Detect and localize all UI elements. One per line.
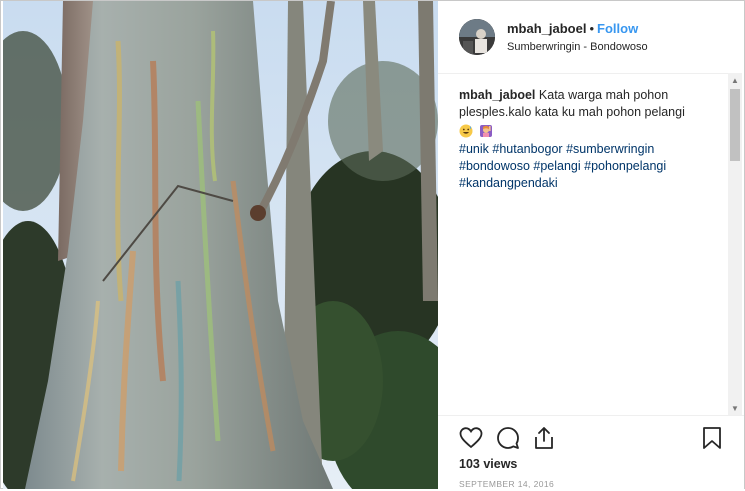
post-photo[interactable] (3, 1, 438, 489)
comment-icon[interactable] (496, 426, 520, 450)
post-actions: 103 views SEPTEMBER 14, 2016 (438, 415, 744, 491)
avatar[interactable] (459, 19, 495, 55)
grinning-sweat-face-emoji (459, 124, 473, 138)
caption-username[interactable]: mbah_jaboel (459, 88, 535, 102)
hashtag-link[interactable]: #bondowoso (459, 159, 530, 173)
post-caption: mbah_jaboel Kata warga mah pohon plesple… (459, 87, 727, 192)
post-date[interactable]: SEPTEMBER 14, 2016 (459, 479, 554, 489)
person-raising-hand-emoji (480, 124, 493, 137)
username-link[interactable]: mbah_jaboel (507, 21, 586, 36)
hashtag-link[interactable]: #hutanbogor (492, 142, 562, 156)
heart-icon[interactable] (459, 426, 483, 450)
scroll-down-arrow-icon[interactable]: ▼ (728, 403, 742, 415)
separator-dot: • (589, 21, 595, 36)
scroll-thumb[interactable] (730, 89, 740, 161)
caption-scrollbar[interactable]: ▲ ▼ (728, 73, 742, 415)
post-header: mbah_jaboel • Follow Sumberwringin - Bondo… (438, 1, 728, 74)
share-icon[interactable] (532, 426, 556, 450)
post-sidebar: mbah_jaboel • Follow Sumberwringin - Bondo… (438, 1, 744, 489)
bookmark-icon[interactable] (700, 426, 724, 450)
follow-button[interactable]: Follow (597, 21, 638, 36)
hashtag-link[interactable]: #pohonpelangi (584, 159, 666, 173)
hashtag-link[interactable]: #unik (459, 142, 489, 156)
hashtag-link[interactable]: #sumberwringin (566, 142, 654, 156)
hashtag-link[interactable]: #pelangi (533, 159, 580, 173)
location-link[interactable]: Sumberwringin - Bondowoso (507, 41, 648, 53)
scroll-up-arrow-icon[interactable]: ▲ (728, 75, 742, 87)
view-count[interactable]: 103 views (459, 457, 517, 471)
rainbow-eucalyptus-photo (3, 1, 438, 489)
user-line: mbah_jaboel • Follow (507, 21, 638, 36)
avatar-image (459, 19, 495, 55)
hashtag-link[interactable]: #kandangpendaki (459, 176, 558, 190)
emoji-row (459, 122, 727, 140)
hashtag-list: #unik #hutanbogor #sumberwringin #bondow… (459, 141, 727, 192)
